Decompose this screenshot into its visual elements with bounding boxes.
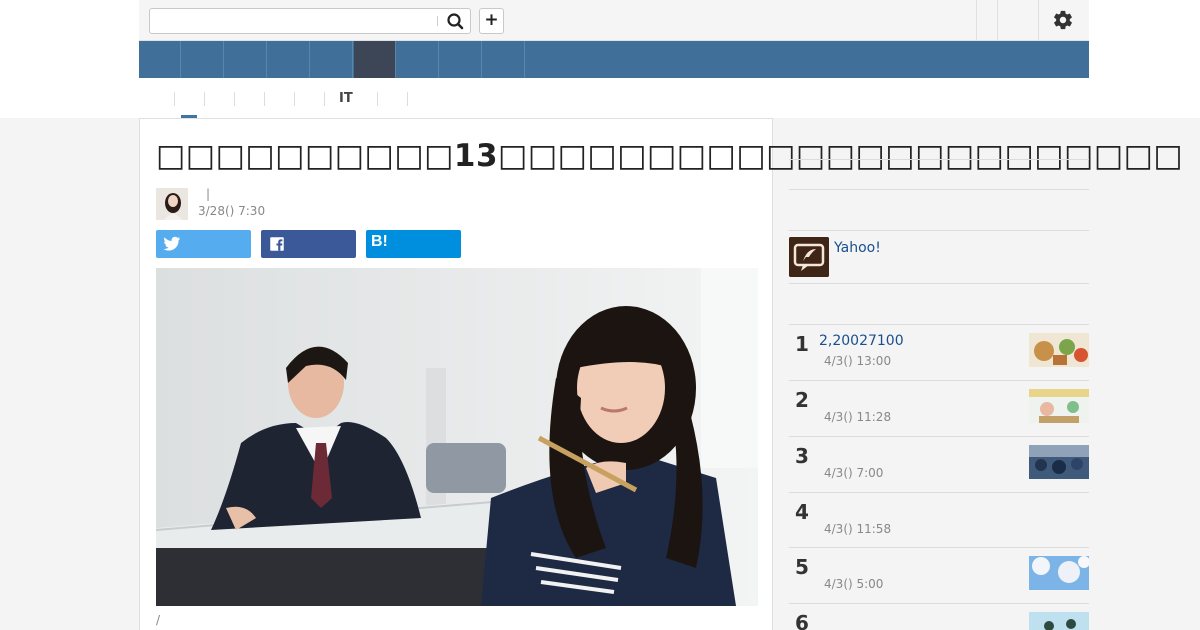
masthead: + (139, 0, 1089, 41)
nav-tab[interactable] (225, 41, 267, 78)
nav-tab[interactable] (139, 41, 181, 78)
ranking-date: 4/3() 5:00 (824, 577, 884, 591)
subnav-separator (234, 92, 235, 106)
ranking-number: 3 (795, 444, 809, 468)
ranking-thumbnail[interactable] (1029, 333, 1089, 367)
photo-caption: / (156, 613, 161, 627)
facebook-icon (270, 237, 284, 251)
search-divider (437, 16, 438, 26)
ranking-thumbnail[interactable] (1029, 389, 1089, 423)
ranking-item[interactable]: 4 4/3() 11:58 (789, 492, 1089, 548)
nav-tab[interactable] (397, 41, 439, 78)
facebook-share-button[interactable] (261, 230, 356, 258)
subnav-separator (377, 92, 378, 106)
subnav-separator (204, 92, 205, 106)
twitter-icon (163, 236, 181, 251)
subnav-separator (264, 92, 265, 106)
sidebar-divider (789, 283, 1089, 284)
nav-tab[interactable] (268, 41, 310, 78)
plus-icon: + (484, 10, 499, 30)
search-box (149, 8, 471, 34)
ranking-number: 6 (795, 611, 809, 630)
author-separator: | (206, 187, 211, 201)
sidebar: Yahoo! 1 2,20027100 4/3() 13:00 2 4/3() … (789, 118, 1089, 630)
ranking-item[interactable]: 5 4/3() 5:00 (789, 547, 1089, 603)
ranking-item[interactable]: 1 2,20027100 4/3() 13:00 (789, 324, 1089, 380)
author-avatar[interactable] (156, 188, 188, 220)
ranking-item[interactable]: 3 4/3() 7:00 (789, 436, 1089, 492)
add-button[interactable]: + (479, 8, 504, 34)
sidebar-divider (789, 230, 1089, 231)
search-button[interactable] (444, 11, 466, 31)
ranking-date: 4/3() 11:28 (824, 410, 892, 424)
header-divider (997, 0, 998, 40)
ranking-item[interactable]: 6 (789, 603, 1089, 630)
article-photo (156, 268, 758, 606)
ranking-thumbnail[interactable] (1029, 445, 1089, 479)
header-divider (1038, 0, 1039, 40)
search-input[interactable] (150, 9, 435, 33)
search-icon (447, 13, 464, 30)
hatena-bookmark-button[interactable]: B! (366, 230, 461, 258)
nav-tab[interactable] (440, 41, 482, 78)
subnav-separator (294, 92, 295, 106)
subnav-item-it[interactable]: IT (339, 91, 353, 106)
ranking-number: 4 (795, 500, 809, 524)
ranking-date: 4/3() 13:00 (824, 354, 892, 368)
hatena-bookmark-icon: B! (371, 233, 388, 250)
category-nav (139, 41, 1089, 78)
ranking-number: 2 (795, 388, 809, 412)
nav-tab[interactable] (182, 41, 224, 78)
nav-tab-active[interactable] (354, 41, 396, 78)
twitter-share-button[interactable] (156, 230, 251, 258)
ranking-item[interactable]: 2 4/3() 11:28 (789, 380, 1089, 436)
header-divider (976, 0, 977, 40)
author-name-link[interactable]: Yahoo! (834, 240, 881, 256)
subnav-separator (324, 92, 325, 106)
ranking-number: 1 (795, 332, 809, 356)
ranking-thumbnail[interactable] (1029, 556, 1089, 590)
article: □□□□□□□□□□13□□□□□□□□□□□□□□□□□□□□□□□ | 3/… (139, 118, 1184, 630)
nav-tab[interactable] (311, 41, 353, 78)
gear-icon[interactable] (1052, 9, 1074, 31)
ranking-number: 5 (795, 555, 809, 579)
subnav-separator (174, 92, 175, 106)
author-icon[interactable] (789, 237, 829, 277)
ranking-date: 4/3() 7:00 (824, 466, 884, 480)
sidebar-divider (789, 189, 1089, 190)
nav-tab[interactable] (483, 41, 525, 78)
sidebar-divider (789, 159, 1089, 160)
sub-category-nav: IT (139, 78, 1089, 118)
ranking-date: 4/3() 11:58 (824, 522, 892, 536)
article-title: □□□□□□□□□□13□□□□□□□□□□□□□□□□□□□□□□□ (156, 138, 1184, 174)
subnav-separator (407, 92, 408, 106)
ranking-thumbnail[interactable] (1029, 612, 1089, 630)
ranking-title[interactable]: 2,20027100 (819, 333, 904, 349)
article-date: 3/28() 7:30 (198, 204, 266, 218)
